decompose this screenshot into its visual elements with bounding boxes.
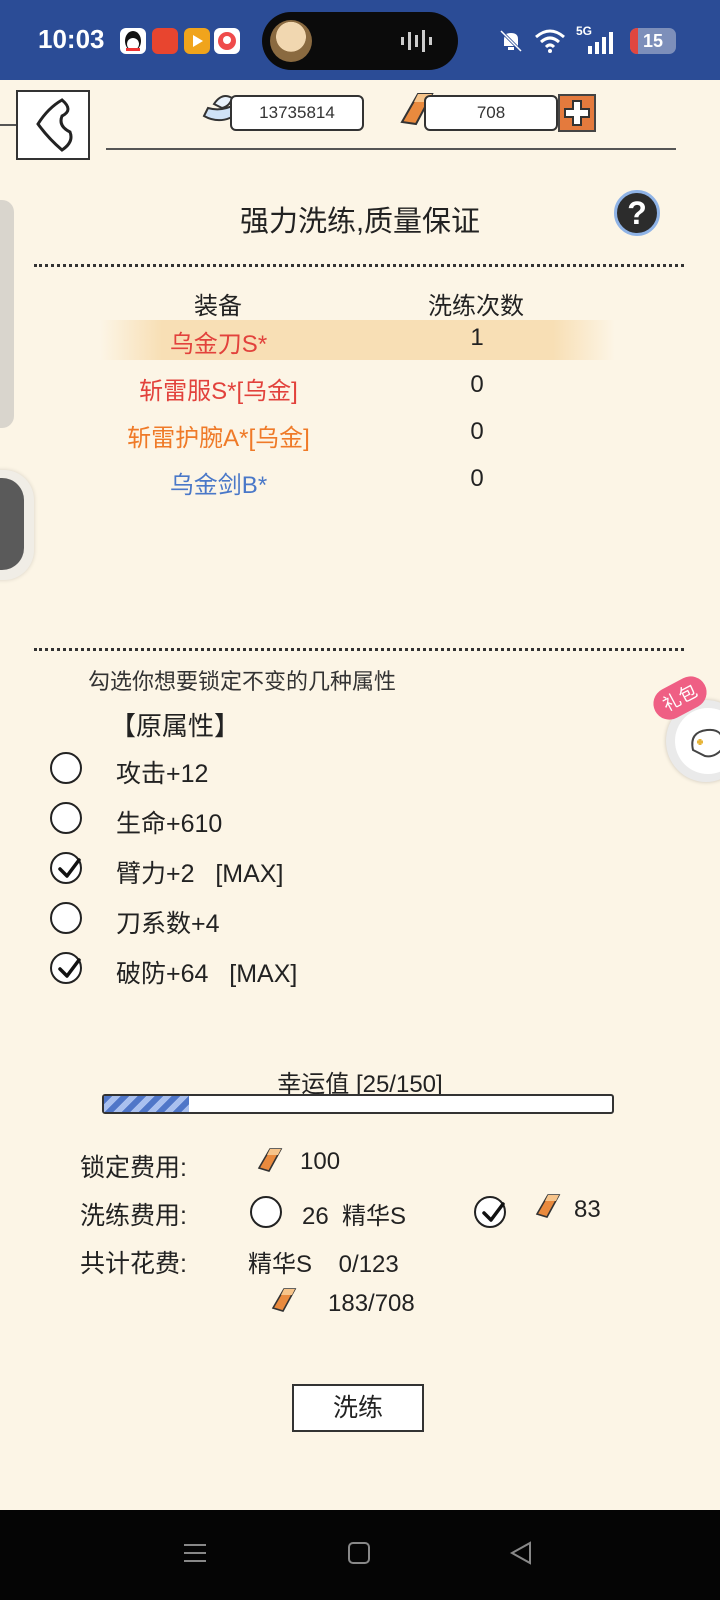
table-row[interactable]: 乌金刀S* 1 <box>100 320 615 360</box>
back-icon[interactable] <box>508 1540 534 1566</box>
luck-progress-fill <box>104 1096 189 1112</box>
silver-amount: 13735814 <box>230 95 364 131</box>
lock-cost-amount: 100 <box>300 1148 341 1175</box>
gold-bar-icon <box>257 1148 283 1172</box>
refine-count: 0 <box>470 465 484 492</box>
refine-gold-cost: 83 <box>574 1196 601 1223</box>
table-row[interactable]: 乌金剑B* 0 <box>100 461 615 501</box>
attribute-label: 刀系数+4 <box>116 910 220 938</box>
status-bar: 10:03 5G 15 <box>0 0 720 80</box>
attribute-row[interactable]: 刀系数+4 <box>50 902 450 938</box>
help-button[interactable]: ? <box>614 190 660 236</box>
total-cost-label: 共计花费: <box>80 1250 187 1278</box>
equipment-name: 斩雷服S*[乌金] <box>139 378 298 405</box>
attribute-row[interactable]: 攻击+12 <box>50 752 450 788</box>
back-arrow-icon <box>36 98 73 152</box>
refine-count: 0 <box>470 418 484 445</box>
refine-essence-checkbox[interactable] <box>250 1196 282 1228</box>
lock-hint: 勾选你想要锁定不变的几种属性 <box>88 669 397 694</box>
refine-count: 0 <box>470 371 484 398</box>
refine-button[interactable]: 洗练 <box>292 1384 424 1432</box>
floating-window-thumbnail <box>0 478 24 570</box>
help-icon: ? <box>627 195 647 231</box>
column-header-equipment: 装备 <box>194 293 242 320</box>
plus-icon <box>564 100 590 126</box>
gold-amount: 708 <box>424 95 558 131</box>
battery-icon: 15 <box>630 28 676 54</box>
avatar <box>270 20 312 62</box>
back-button[interactable] <box>16 90 90 160</box>
equipment-name: 乌金刀S* <box>169 331 268 358</box>
qq-icon <box>120 28 146 54</box>
silver-value: 13735814 <box>259 103 335 122</box>
audio-wave-icon <box>401 30 432 52</box>
gold-bar-icon <box>535 1194 561 1218</box>
attribute-label: 生命+610 <box>116 810 223 838</box>
attribute-row[interactable]: 生命+610 <box>50 802 450 838</box>
table-row[interactable]: 斩雷服S*[乌金] 0 <box>100 367 615 407</box>
gold-value: 708 <box>476 103 506 122</box>
page-title: 强力洗练,质量保证 <box>239 206 481 238</box>
column-header-refine-count: 洗练次数 <box>428 293 524 320</box>
attribute-row[interactable]: 破防+64 [MAX] <box>50 952 450 988</box>
luck-progress-bar <box>102 1094 614 1114</box>
attribute-lock-checkbox[interactable] <box>50 752 82 784</box>
refine-gold-checkbox[interactable] <box>474 1196 506 1228</box>
video-app-icon <box>184 28 210 54</box>
attribute-row[interactable]: 臂力+2 [MAX] <box>50 852 450 888</box>
attribute-lock-checkbox[interactable] <box>50 952 82 984</box>
divider <box>0 124 16 126</box>
divider <box>34 264 684 267</box>
total-essence-cost: 精华S 0/123 <box>248 1251 399 1278</box>
refine-cost-label: 洗练费用: <box>80 1202 187 1230</box>
divider <box>34 648 684 651</box>
attribute-lock-checkbox[interactable] <box>50 852 82 884</box>
gamepad-icon <box>675 708 720 774</box>
mute-icon <box>499 29 523 53</box>
home-icon[interactable] <box>346 1540 372 1566</box>
app-icon <box>152 28 178 54</box>
attribute-lock-checkbox[interactable] <box>50 802 82 834</box>
attribute-label: 破防+64 [MAX] <box>116 960 298 988</box>
refine-count: 1 <box>470 324 484 351</box>
lock-cost-label: 锁定费用: <box>80 1154 187 1182</box>
attribute-label: 攻击+12 <box>116 760 209 788</box>
attribute-label: 臂力+2 [MAX] <box>116 860 284 888</box>
dynamic-island[interactable] <box>262 12 458 70</box>
game-app-icon <box>214 28 240 54</box>
equipment-name: 乌金剑B* <box>169 472 268 499</box>
menu-icon[interactable] <box>182 1540 208 1566</box>
wifi-icon <box>535 29 565 53</box>
total-gold-cost: 183/708 <box>328 1290 415 1317</box>
attribute-lock-checkbox[interactable] <box>50 902 82 934</box>
signal-icon <box>588 32 613 54</box>
battery-level: 15 <box>642 31 664 51</box>
add-gold-button[interactable] <box>558 94 596 132</box>
status-time: 10:03 <box>38 24 105 54</box>
gold-bar-icon <box>271 1288 297 1312</box>
original-attributes-label: 【原属性】 <box>110 711 241 741</box>
equipment-name: 斩雷护腕A*[乌金] <box>127 425 310 452</box>
refine-essence-cost: 26 精华S <box>302 1203 407 1230</box>
table-row[interactable]: 斩雷护腕A*[乌金] 0 <box>100 414 615 454</box>
divider <box>106 148 676 150</box>
